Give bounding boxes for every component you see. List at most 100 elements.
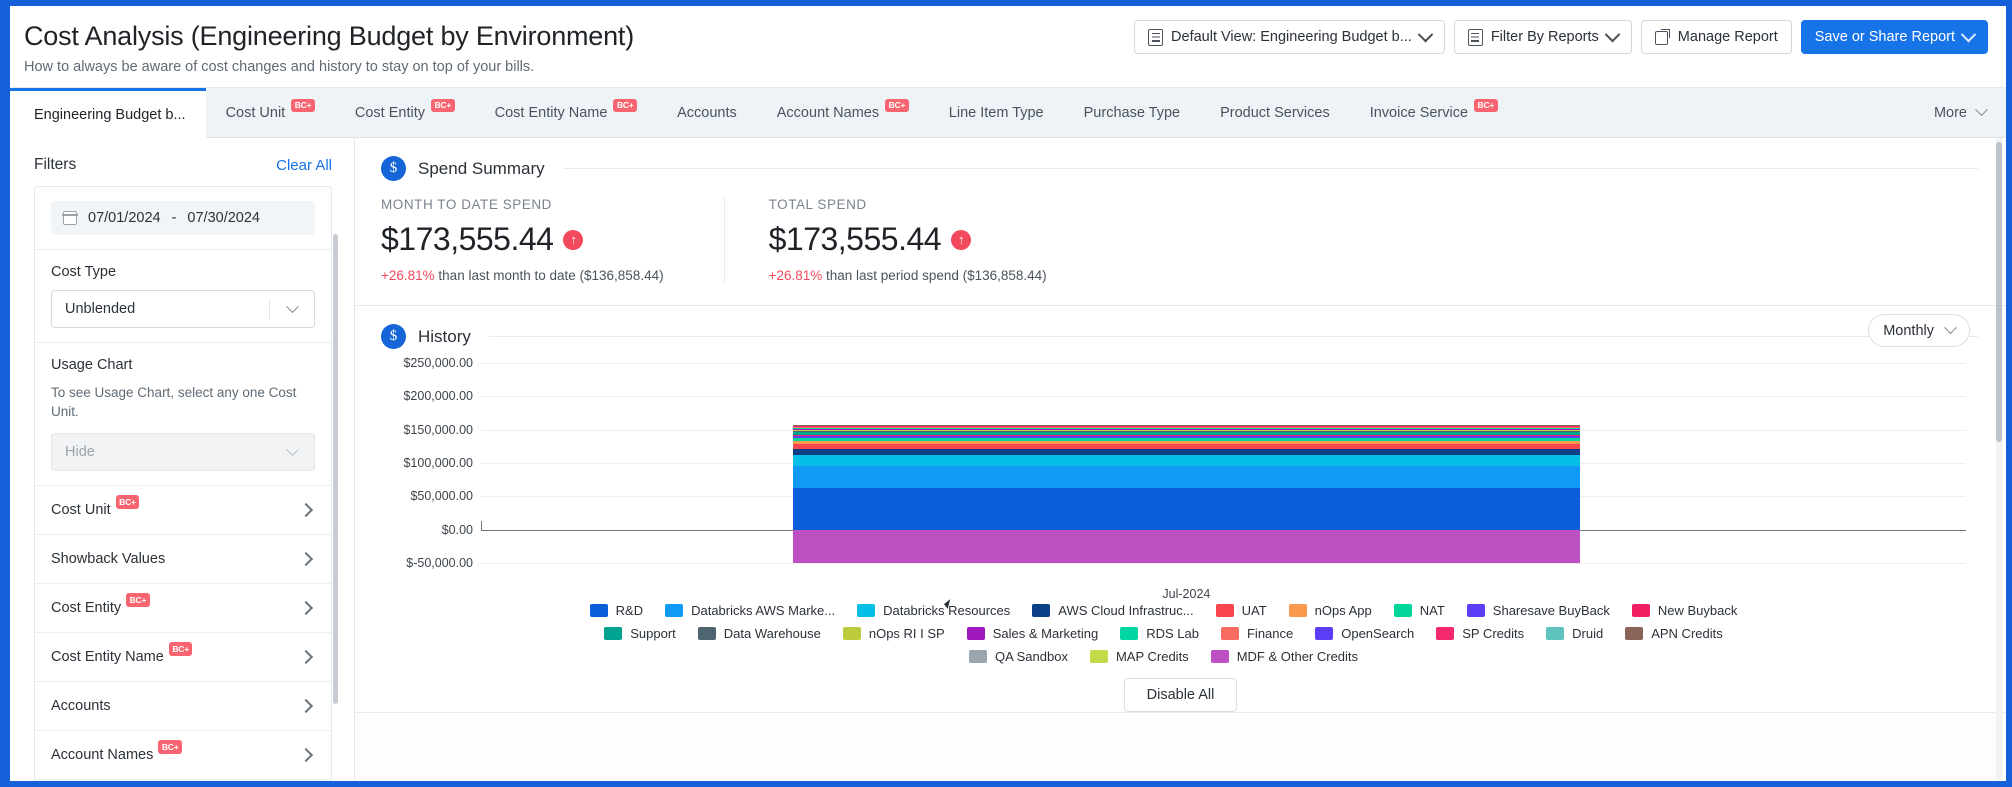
y-axis-tick-label: $200,000.00 bbox=[403, 389, 473, 403]
usage-chart-select[interactable]: Hide bbox=[51, 433, 315, 471]
date-range-picker[interactable]: 07/01/2024 - 07/30/2024 bbox=[51, 201, 315, 235]
clear-all-button[interactable]: Clear All bbox=[276, 157, 332, 174]
metric-value-row: $173,555.44↑ bbox=[769, 221, 1047, 258]
legend-label: New Buyback bbox=[1658, 603, 1737, 618]
legend-item[interactable]: UAT bbox=[1216, 599, 1267, 622]
tab-cost-entity-name[interactable]: Cost Entity NameBC+ bbox=[475, 88, 657, 137]
chart-legend: R&D Databricks AWS Marke... Databricks Res… bbox=[551, 593, 1811, 668]
metric-delta-pct: +26.81% bbox=[381, 268, 435, 283]
legend-item[interactable]: R&D bbox=[590, 599, 643, 622]
metric-value-row: $173,555.44↑ bbox=[381, 221, 664, 258]
tab-purchase-type[interactable]: Purchase Type bbox=[1064, 88, 1200, 137]
chevron-right-icon bbox=[299, 552, 313, 566]
disable-all-wrap: Disable All bbox=[355, 678, 2006, 712]
tab-label: Cost Entity bbox=[355, 105, 425, 121]
default-view-button[interactable]: Default View: Engineering Budget b... bbox=[1134, 20, 1445, 54]
tab-account-names[interactable]: Account NamesBC+ bbox=[757, 88, 929, 137]
filters-sidebar: Filters Clear All 07/01/2024 - 07/30/202… bbox=[10, 138, 355, 780]
usage-chart-label: Usage Chart bbox=[51, 357, 315, 373]
legend-item[interactable]: nOps RI I SP bbox=[843, 622, 945, 645]
legend-item[interactable]: Sales & Marketing bbox=[967, 622, 1099, 645]
filter-row-label: Cost Unit bbox=[51, 502, 111, 518]
legend-item[interactable]: NAT bbox=[1394, 599, 1445, 622]
legend-item[interactable]: Databricks AWS Marke... bbox=[665, 599, 835, 622]
stacked-bar-positive[interactable] bbox=[793, 425, 1580, 530]
period-select[interactable]: Monthly bbox=[1868, 314, 1970, 347]
filter-row-badge: BC+ bbox=[158, 740, 182, 754]
metric-delta-text: than last month to date ($136,858.44) bbox=[435, 268, 664, 283]
legend-swatch bbox=[1216, 604, 1234, 617]
tab-engineering-budget-b[interactable]: Engineering Budget b... bbox=[10, 88, 206, 138]
cost-type-select[interactable]: Unblended bbox=[51, 290, 315, 328]
filter-row-accounts[interactable]: Accounts bbox=[35, 682, 331, 731]
tab-label: Product Services bbox=[1220, 105, 1330, 121]
axis-tick bbox=[481, 521, 482, 530]
history-header: $ History bbox=[355, 306, 2006, 349]
filter-row-badge: BC+ bbox=[116, 495, 140, 509]
legend-item[interactable]: New Buyback bbox=[1632, 599, 1737, 622]
legend-item[interactable]: OpenSearch bbox=[1315, 622, 1414, 645]
legend-item[interactable]: MDF & Other Credits bbox=[1211, 645, 1358, 668]
bar-segment[interactable] bbox=[793, 455, 1580, 466]
legend-item[interactable]: Druid bbox=[1546, 622, 1603, 645]
disable-all-button[interactable]: Disable All bbox=[1124, 678, 1238, 712]
tab-badge: BC+ bbox=[885, 99, 909, 113]
filter-row-cost-entity-name[interactable]: Cost Entity NameBC+ bbox=[35, 633, 331, 682]
page-header: Cost Analysis (Engineering Budget by Env… bbox=[10, 6, 2006, 88]
filter-row-account-names[interactable]: Account NamesBC+ bbox=[35, 731, 331, 780]
legend-item[interactable]: MAP Credits bbox=[1090, 645, 1189, 668]
bar-segment-negative[interactable] bbox=[793, 530, 1580, 563]
chevron-down-icon bbox=[1961, 26, 1977, 42]
y-axis-tick-label: $-50,000.00 bbox=[406, 556, 473, 570]
main-scrollbar[interactable] bbox=[1996, 142, 2002, 442]
dollar-icon: $ bbox=[381, 156, 406, 181]
divider bbox=[489, 336, 1978, 337]
legend-item[interactable]: RDS Lab bbox=[1120, 622, 1199, 645]
cost-type-value: Unblended bbox=[65, 301, 269, 317]
calendar-icon bbox=[63, 211, 77, 225]
legend-swatch bbox=[698, 627, 716, 640]
legend-item[interactable]: Databricks Resources bbox=[857, 599, 1010, 622]
bar-segment[interactable] bbox=[793, 466, 1580, 489]
filter-rows: Cost Unit BC+ Showback ValuesCost EntityBC… bbox=[35, 486, 331, 780]
save-or-share-report-button[interactable]: Save or Share Report bbox=[1801, 20, 1988, 54]
bar-segment[interactable] bbox=[793, 488, 1580, 529]
spend-summary-panel: $ Spend Summary MONTH TO DATE SPEND$173,… bbox=[355, 138, 2006, 306]
tab-product-services[interactable]: Product Services bbox=[1200, 88, 1350, 137]
trend-up-icon: ↑ bbox=[563, 230, 583, 250]
legend-label: nOps App bbox=[1315, 603, 1372, 618]
tab-label: Line Item Type bbox=[949, 105, 1044, 121]
legend-item[interactable]: AWS Cloud Infrastruc... bbox=[1032, 599, 1193, 622]
legend-item[interactable]: APN Credits bbox=[1625, 622, 1723, 645]
filter-row-showback-values[interactable]: Showback Values bbox=[35, 535, 331, 584]
report-icon bbox=[1468, 29, 1483, 46]
tab-line-item-type[interactable]: Line Item Type bbox=[929, 88, 1064, 137]
tab-cost-entity[interactable]: Cost EntityBC+ bbox=[335, 88, 475, 137]
manage-report-label: Manage Report bbox=[1678, 29, 1778, 45]
legend-item[interactable]: Support bbox=[604, 622, 676, 645]
legend-item[interactable]: QA Sandbox bbox=[969, 645, 1068, 668]
chevron-right-icon bbox=[299, 601, 313, 615]
legend-item[interactable]: Finance bbox=[1221, 622, 1293, 645]
legend-item[interactable]: SP Credits bbox=[1436, 622, 1524, 645]
legend-item[interactable]: Sharesave BuyBack bbox=[1467, 599, 1610, 622]
manage-report-button[interactable]: Manage Report bbox=[1641, 20, 1792, 54]
tab-accounts[interactable]: Accounts bbox=[657, 88, 757, 137]
filter-by-reports-button[interactable]: Filter By Reports bbox=[1454, 20, 1632, 54]
filter-by-reports-label: Filter By Reports bbox=[1491, 29, 1599, 45]
tab-invoice-service[interactable]: Invoice ServiceBC+ bbox=[1350, 88, 1518, 137]
legend-label: Databricks Resources bbox=[883, 603, 1010, 618]
sidebar-scrollbar[interactable] bbox=[333, 234, 338, 704]
tab-cost-unit[interactable]: Cost UnitBC+ bbox=[206, 88, 335, 137]
filter-row-cost-entity[interactable]: Cost EntityBC+ bbox=[35, 584, 331, 633]
legend-item[interactable]: nOps App bbox=[1289, 599, 1372, 622]
divider bbox=[563, 168, 1978, 169]
spend-summary-header: $ Spend Summary bbox=[355, 138, 2006, 181]
filter-row-cost-unit[interactable]: Cost Unit BC+ bbox=[35, 486, 331, 535]
legend-item[interactable]: Data Warehouse bbox=[698, 622, 821, 645]
chevron-right-icon bbox=[299, 650, 313, 664]
date-separator: - bbox=[172, 210, 177, 226]
main-content: $ Spend Summary MONTH TO DATE SPEND$173,… bbox=[355, 138, 2006, 780]
tab-more[interactable]: More bbox=[1914, 88, 2006, 137]
cost-type-section: Cost Type Unblended bbox=[35, 250, 331, 343]
